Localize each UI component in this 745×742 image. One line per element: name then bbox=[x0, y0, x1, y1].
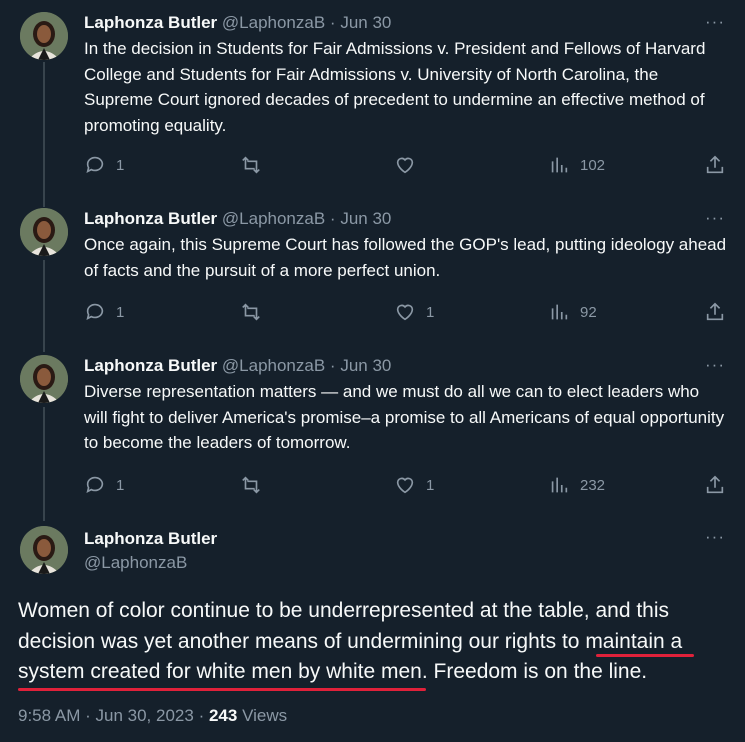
red-underline bbox=[596, 654, 694, 657]
retweet-icon bbox=[242, 303, 260, 321]
views-icon bbox=[551, 157, 568, 173]
share-icon bbox=[706, 475, 724, 494]
views-total: 243 bbox=[208, 706, 238, 725]
like-icon bbox=[396, 477, 414, 494]
avatar[interactable] bbox=[20, 355, 68, 403]
reply-icon bbox=[86, 476, 104, 493]
tweet-actions: 1 1 232 bbox=[84, 474, 727, 498]
tweet-date[interactable]: Jun 30 bbox=[340, 356, 391, 375]
author-name[interactable]: Laphonza Butler bbox=[84, 209, 217, 228]
share-icon bbox=[706, 155, 724, 174]
main-author-name[interactable]: Laphonza Butler bbox=[84, 527, 217, 551]
like-button[interactable]: 1 bbox=[394, 474, 434, 496]
like-button[interactable]: 1 bbox=[394, 301, 434, 323]
separator: · bbox=[329, 356, 336, 375]
main-text-before: Women of color continue to be underrepre… bbox=[18, 599, 670, 653]
share-button[interactable] bbox=[704, 301, 726, 323]
author-name[interactable]: Laphonza Butler bbox=[84, 13, 217, 32]
avatar[interactable] bbox=[20, 208, 68, 256]
views-button[interactable]: 92 bbox=[548, 301, 597, 323]
like-button[interactable] bbox=[394, 154, 426, 176]
tweet-date[interactable]: Jun 30 bbox=[340, 209, 391, 228]
separator: · bbox=[329, 209, 336, 228]
separator: · bbox=[85, 706, 91, 725]
views-icon bbox=[551, 477, 568, 493]
retweet-button[interactable] bbox=[240, 154, 272, 176]
tweet-text: Diverse representation matters — and we … bbox=[84, 382, 725, 452]
like-count: 1 bbox=[426, 476, 435, 494]
tweet-date[interactable]: Jun 30 bbox=[340, 13, 391, 32]
reply-count: 1 bbox=[116, 303, 125, 321]
main-author-handle[interactable]: @LaphonzaB bbox=[84, 551, 217, 575]
reply-button[interactable]: 1 bbox=[84, 301, 124, 323]
views-icon bbox=[551, 304, 568, 320]
retweet-icon bbox=[242, 476, 260, 494]
reply-icon bbox=[86, 156, 104, 173]
author-handle[interactable]: @LaphonzaB bbox=[222, 13, 325, 32]
author-name[interactable]: Laphonza Butler bbox=[84, 356, 217, 375]
tweet[interactable]: Laphonza Butler @LaphonzaB · Jun 30 In t… bbox=[0, 0, 745, 196]
views-count: 102 bbox=[580, 156, 606, 174]
author-handle[interactable]: @LaphonzaB bbox=[222, 209, 325, 228]
more-icon[interactable]: ··· bbox=[705, 527, 725, 547]
tweet-full-date[interactable]: Jun 30, 2023 bbox=[96, 706, 194, 725]
views-button[interactable]: 232 bbox=[548, 474, 605, 496]
views-label: Views bbox=[242, 706, 288, 725]
tweet[interactable]: Laphonza Butler @LaphonzaB · Jun 30 Dive… bbox=[0, 343, 745, 515]
more-icon[interactable]: ··· bbox=[705, 208, 725, 228]
share-button[interactable] bbox=[704, 154, 726, 176]
tweet-actions: 1 1 92 bbox=[84, 301, 727, 325]
reply-button[interactable]: 1 bbox=[84, 154, 124, 176]
tweet-meta: 9:58 AM · Jun 30, 2023 · 243 Views bbox=[18, 706, 287, 726]
retweet-button[interactable] bbox=[240, 474, 272, 496]
reply-count: 1 bbox=[116, 156, 125, 174]
main-tweet-text: Women of color continue to be underrepre… bbox=[18, 596, 727, 688]
main-avatar[interactable] bbox=[20, 526, 68, 574]
share-button[interactable] bbox=[704, 474, 726, 496]
retweet-button[interactable] bbox=[240, 301, 272, 323]
views-count: 92 bbox=[580, 303, 597, 321]
reply-icon bbox=[86, 303, 104, 320]
like-icon bbox=[396, 157, 414, 174]
more-icon[interactable]: ··· bbox=[705, 355, 725, 375]
tweet-time[interactable]: 9:58 AM bbox=[18, 706, 80, 725]
red-underline bbox=[18, 688, 426, 691]
tweet-actions: 1 102 bbox=[84, 154, 727, 178]
views-button[interactable]: 102 bbox=[548, 154, 605, 176]
like-icon bbox=[396, 304, 414, 321]
share-icon bbox=[706, 302, 724, 321]
separator: · bbox=[198, 706, 205, 725]
retweet-icon bbox=[242, 156, 260, 174]
main-text-after: . Freedom is on the line. bbox=[421, 660, 648, 683]
like-count: 1 bbox=[426, 303, 435, 321]
author-handle[interactable]: @LaphonzaB bbox=[222, 356, 325, 375]
reply-button[interactable]: 1 bbox=[84, 474, 124, 496]
tweet[interactable]: Laphonza Butler @LaphonzaB · Jun 30 Once… bbox=[0, 196, 745, 343]
separator: · bbox=[329, 13, 336, 32]
tweet-text: Once again, this Supreme Court has follo… bbox=[84, 235, 727, 280]
more-icon[interactable]: ··· bbox=[705, 12, 725, 32]
views-count: 232 bbox=[580, 476, 606, 494]
tweet-text: In the decision in Students for Fair Adm… bbox=[84, 39, 706, 135]
reply-count: 1 bbox=[116, 476, 125, 494]
avatar[interactable] bbox=[20, 12, 68, 60]
